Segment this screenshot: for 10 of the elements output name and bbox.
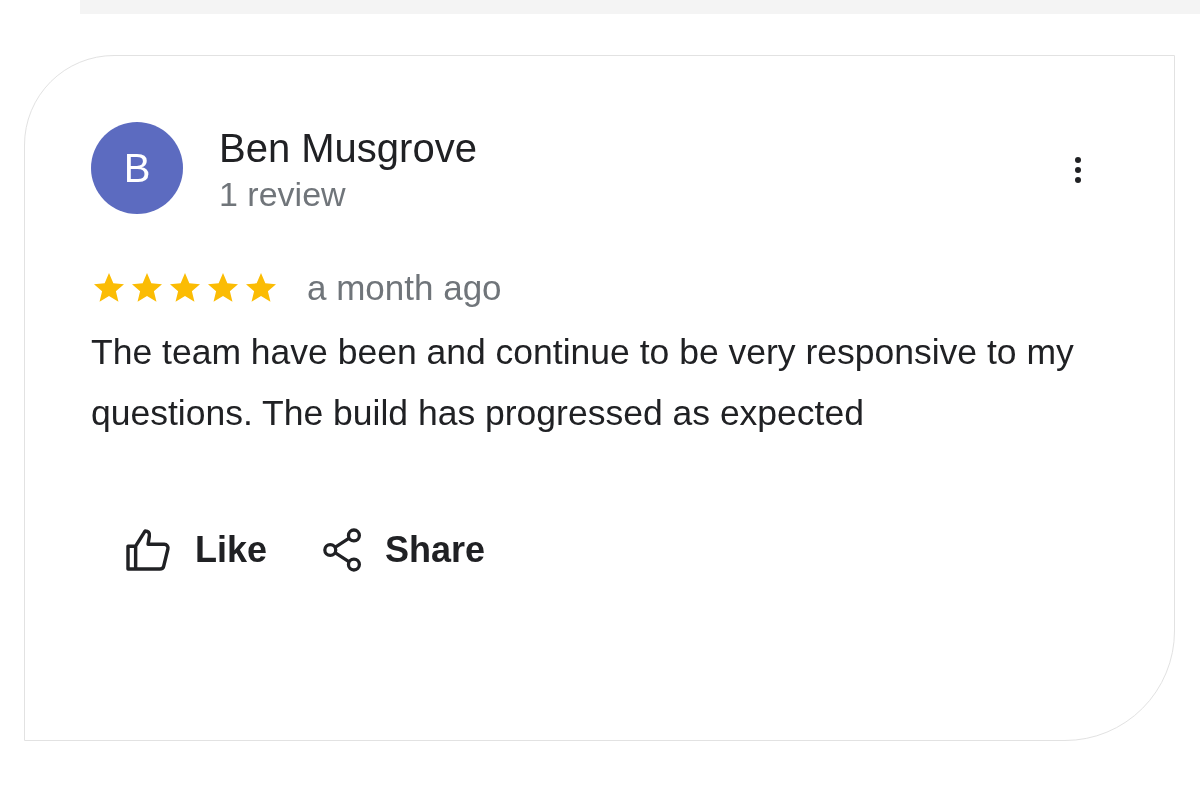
author-name[interactable]: Ben Musgrove [219,124,1030,172]
review-time: a month ago [307,268,502,308]
avatar: B [91,122,183,214]
more-icon [1074,156,1082,184]
author-meta: 1 review [219,174,347,215]
share-button[interactable]: Share [323,528,486,572]
like-button[interactable]: Like [125,528,268,572]
thumbs-up-icon [125,529,173,571]
share-icon [323,528,364,572]
review-text: The team have been and continue to be very responsive to my questions. The build has progressed as expected [91,331,1075,435]
